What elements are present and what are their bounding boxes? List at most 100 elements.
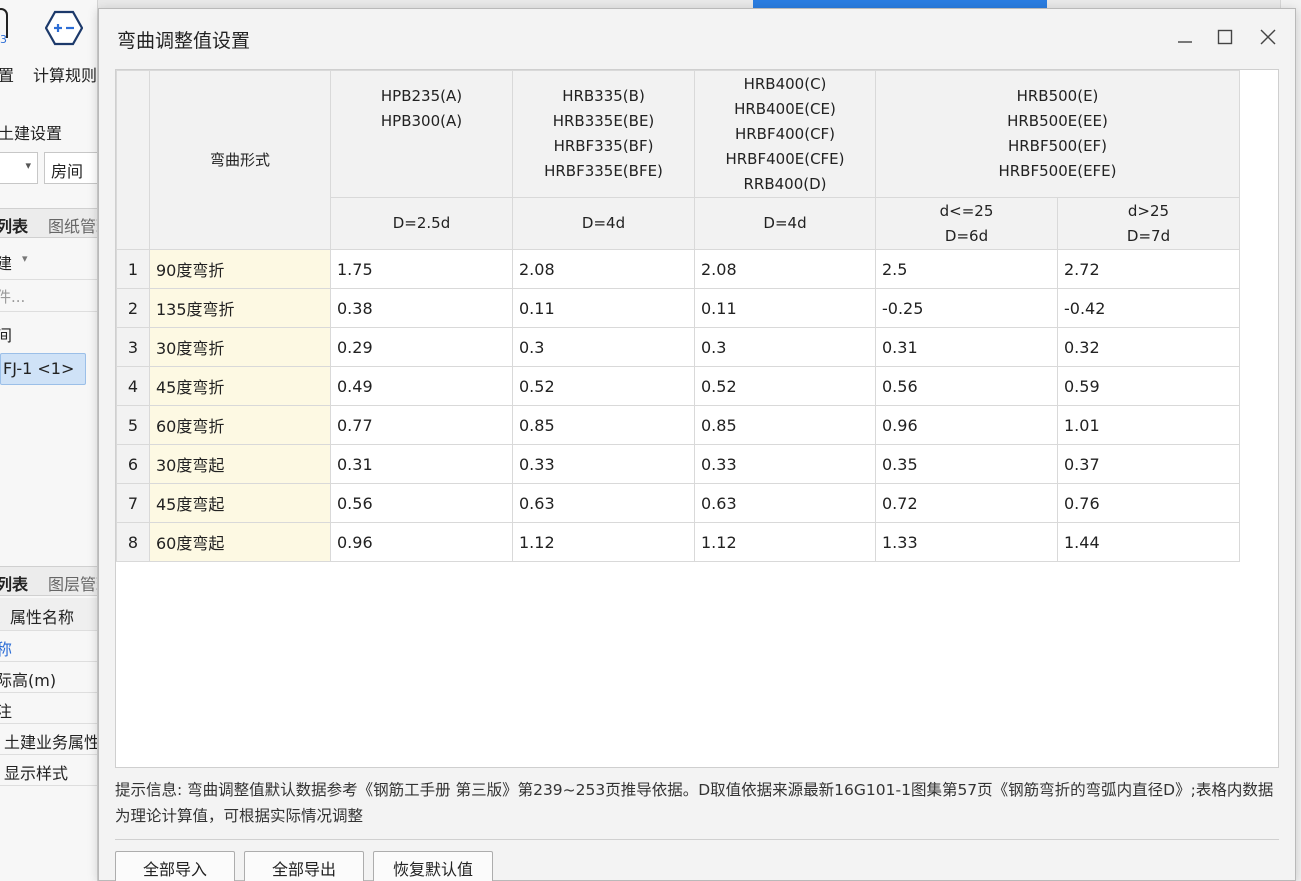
adjustment-value-cell[interactable]: 0.3 [694,327,876,367]
property-header-label: 属性名称 [10,608,75,627]
adjustment-value-cell[interactable]: 2.72 [1057,249,1240,289]
adjustment-value-cell[interactable]: 0.96 [875,405,1058,445]
adjustment-value-cell[interactable]: 0.59 [1057,366,1240,406]
grade-label: HRBF335E(BFE) [544,162,663,180]
table-row[interactable]: 7 45度弯起 0.56 0.63 0.63 0.72 0.76 [116,483,1240,523]
adjustment-value-cell[interactable]: 0.85 [694,405,876,445]
background-left-panel: 3 置 计算规则 土建设置 ▾ 房间 列表 图纸管理 建 ▾ 件... [0,0,98,881]
property-name: 际高(m) [0,671,57,690]
hint-text: 提示信息: 弯曲调整值默认数据参考《钢筋工手册 第三版》第239~253页推导依… [115,781,1274,825]
adjustment-value-cell[interactable]: -0.25 [875,288,1058,328]
adjustment-value-cell[interactable]: 0.52 [512,366,695,406]
adjustment-value-cell[interactable]: 1.75 [330,249,513,289]
tab-list-bottom[interactable]: 列表 [0,571,28,595]
property-header: 属性名称 [0,598,97,631]
table-row[interactable]: 4 45度弯折 0.49 0.52 0.52 0.56 0.59 [116,366,1240,406]
property-row[interactable]: 际高(m) [0,662,97,693]
property-row[interactable]: 土建业务属性 [0,724,98,755]
adjustment-value-cell[interactable]: 1.01 [1057,405,1240,445]
table-row[interactable]: 6 30度弯起 0.31 0.33 0.33 0.35 0.37 [116,444,1240,484]
row-number-cell: 3 [116,327,150,367]
adjustment-value-cell[interactable]: 0.3 [512,327,695,367]
adjustment-value-cell[interactable]: 0.31 [875,327,1058,367]
table-row[interactable]: 2 135度弯折 0.38 0.11 0.11 -0.25 -0.42 [116,288,1240,328]
adjustment-value-cell[interactable]: 0.52 [694,366,876,406]
adjustment-value-cell[interactable]: 2.5 [875,249,1058,289]
corner-header-cell [116,70,150,250]
import-all-button[interactable]: 全部导入 [115,851,235,881]
adjustment-value-cell[interactable]: 0.49 [330,366,513,406]
adjustment-value-cell[interactable]: 2.08 [694,249,876,289]
grade-label: HRB500E(EE) [1007,112,1108,130]
maximize-button[interactable] [1211,23,1239,51]
adjustment-value-cell[interactable]: 0.56 [330,483,513,523]
tabs-top: 列表 图纸管理 [0,208,97,238]
adjustment-value-cell[interactable]: 0.85 [512,405,695,445]
tree-search[interactable]: 件... [0,280,97,312]
adjustment-value-cell[interactable]: 0.56 [875,366,1058,406]
calc-rules-tool-label[interactable]: 计算规则 [33,62,97,86]
diameter-header: D=4d [512,197,695,250]
adjustment-value-cell[interactable]: 0.76 [1057,483,1240,523]
bend-shape-cell: 60度弯起 [149,522,331,562]
adjustment-value-cell[interactable]: 0.72 [875,483,1058,523]
adjustment-value-cell[interactable]: 0.33 [694,444,876,484]
adjustment-value-cell[interactable]: 1.12 [694,522,876,562]
adjustment-value-cell[interactable]: 0.38 [330,288,513,328]
tree-group-label: 间 [0,322,12,346]
table-row[interactable]: 3 30度弯折 0.29 0.3 0.3 0.31 0.32 [116,327,1240,367]
table-row[interactable]: 5 60度弯折 0.77 0.85 0.85 0.96 1.01 [116,405,1240,445]
category-select[interactable]: ▾ [0,152,38,184]
grade-label: HRB500(E) [1016,87,1099,105]
diameter-header: D=4d [694,197,876,250]
adjustment-value-cell[interactable]: -0.42 [1057,288,1240,328]
adjustment-value-cell[interactable]: 0.32 [1057,327,1240,367]
grade-label: HRBF400E(CFE) [725,149,845,168]
dialog-titlebar[interactable]: 弯曲调整值设置 [99,9,1295,65]
adjustment-value-cell[interactable]: 1.12 [512,522,695,562]
element-type-value: 房间 [51,162,84,181]
adjustment-value-cell[interactable]: 2.08 [512,249,695,289]
adjustment-value-cell[interactable]: 0.11 [512,288,695,328]
adjustment-value-cell[interactable]: 0.35 [875,444,1058,484]
property-row[interactable]: 注 [0,693,97,724]
adjustment-value-cell[interactable]: 0.63 [512,483,695,523]
adjustment-value-cell[interactable]: 0.63 [694,483,876,523]
property-name: 显示样式 [4,764,69,783]
tab-list-top[interactable]: 列表 [0,213,28,237]
adjustment-value-cell[interactable]: 0.96 [330,522,513,562]
adjustment-value-cell[interactable]: 1.44 [1057,522,1240,562]
adjustment-value-cell[interactable]: 0.29 [330,327,513,367]
grade-label: HRBF500(EF) [1007,137,1108,155]
adjustment-value-cell[interactable]: 1.33 [875,522,1058,562]
element-type-select[interactable]: 房间 [44,152,97,184]
property-row[interactable]: 称 [0,631,97,662]
adjustment-value-cell[interactable]: 0.11 [694,288,876,328]
diameter-header: d>25 D=7d [1057,197,1240,250]
selected-tree-item[interactable]: FJ-1 <1> [0,353,86,385]
minimize-button[interactable] [1171,23,1199,51]
tree-row[interactable]: 建 ▾ [0,240,97,280]
tab-layer-management[interactable]: 图层管理 [48,571,97,595]
divider [115,839,1279,840]
settings-tool-label[interactable]: 置 [0,62,14,86]
close-button[interactable] [1254,23,1282,51]
bend-adjustment-table: 弯曲形式 HPB235(A) HPB300(A) HRB335(B) HRB33… [116,70,1240,562]
table-row[interactable]: 8 60度弯起 0.96 1.12 1.12 1.33 1.44 [116,522,1240,562]
adjustment-value-cell[interactable]: 0.77 [330,405,513,445]
calc-rules-icon[interactable] [45,10,83,46]
adjustment-value-cell[interactable]: 0.31 [330,444,513,484]
diameter-label: d>25 [1127,201,1170,220]
restore-default-button[interactable]: 恢复默认值 [373,851,493,881]
table-row[interactable]: 1 90度弯折 1.75 2.08 2.08 2.5 2.72 [116,249,1240,289]
bend-shape-cell: 60度弯折 [149,405,331,445]
property-name: 土建业务属性 [4,733,98,752]
grade-group-header: HRB335(B) HRB335E(BE) HRBF335(BF) HRBF33… [512,70,695,198]
tab-drawing-management[interactable]: 图纸管理 [48,213,97,237]
adjustment-value-cell[interactable]: 0.37 [1057,444,1240,484]
grade-label: HRB335E(BE) [552,112,655,130]
adjustment-value-cell[interactable]: 0.33 [512,444,695,484]
bend-shape-cell: 30度弯折 [149,327,331,367]
property-row[interactable]: 显示样式 [0,755,97,786]
export-all-button[interactable]: 全部导出 [244,851,364,881]
